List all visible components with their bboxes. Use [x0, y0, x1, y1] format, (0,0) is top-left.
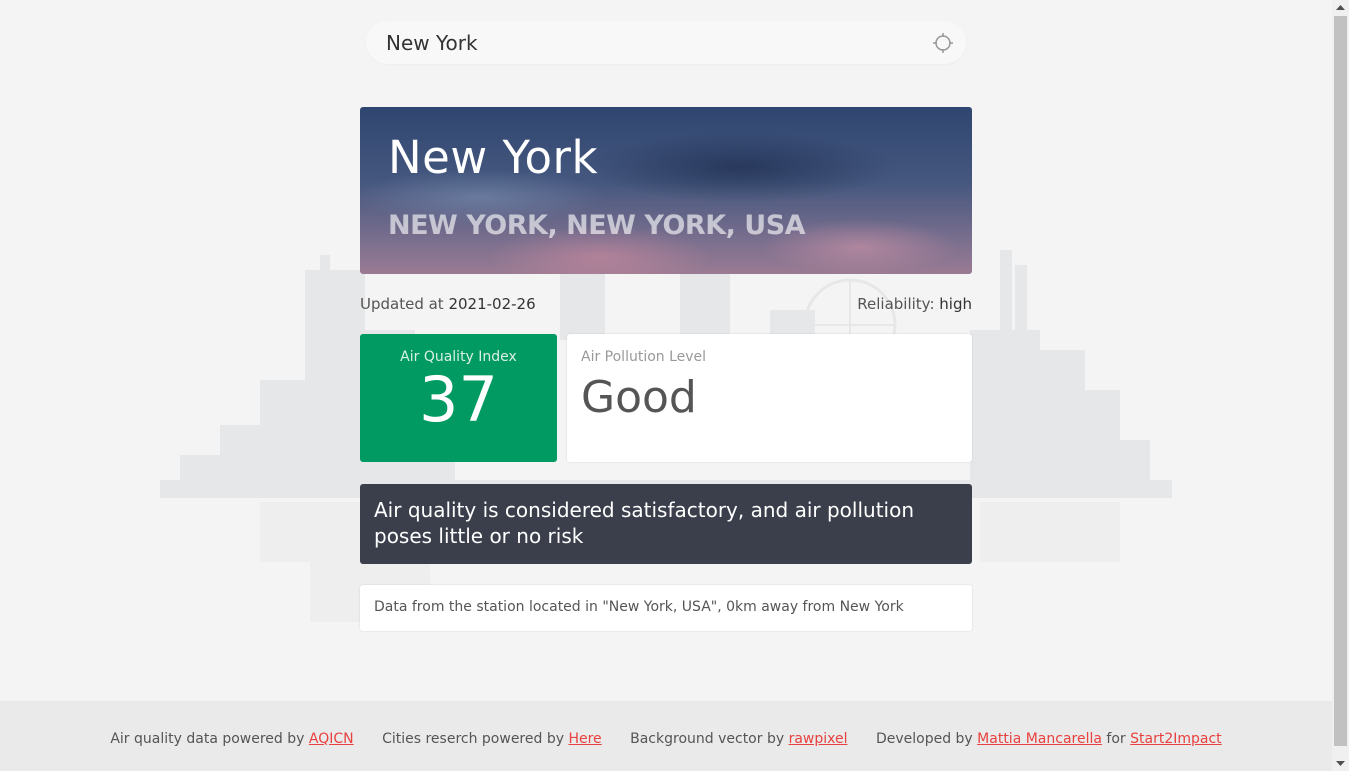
- footer-dev-prefix: Developed by: [875, 731, 973, 747]
- health-description: Air quality is considered satisfactory, …: [374, 498, 914, 548]
- footer-credits: Air quality data powered by AQICN Cities…: [0, 731, 1332, 747]
- search-input[interactable]: [386, 29, 906, 57]
- footer-credit-here: Cities reserch powered by Here: [382, 731, 606, 747]
- aqi-card: Air Quality Index 37: [360, 334, 557, 462]
- updated-label: Updated at: [360, 295, 444, 313]
- city-location: NEW YORK, NEW YORK, USA: [388, 210, 806, 241]
- station-info-card: Data from the station located in "New Yo…: [360, 585, 972, 631]
- rawpixel-link[interactable]: rawpixel: [789, 731, 848, 747]
- crosshair-icon[interactable]: [933, 33, 953, 53]
- aqi-value: 37: [419, 363, 498, 436]
- pollution-level-card: Air Pollution Level Good: [567, 334, 972, 462]
- reliability-value: high: [939, 295, 972, 313]
- city-title: New York: [388, 131, 599, 184]
- station-info: Data from the station located in "New Yo…: [374, 599, 904, 615]
- vertical-scrollbar[interactable]: [1332, 0, 1349, 771]
- pollution-level-label: Air Pollution Level: [581, 349, 707, 365]
- developer-link[interactable]: Mattia Mancarella: [977, 731, 1102, 747]
- footer-dev-for: for: [1106, 731, 1126, 747]
- scroll-down-icon[interactable]: [1332, 755, 1349, 771]
- scroll-up-icon[interactable]: [1332, 0, 1349, 16]
- updated-at: Updated at 2021-02-26: [360, 295, 536, 313]
- reliability: Reliability: high: [857, 295, 972, 313]
- footer-credit-vector: Background vector by rawpixel: [630, 731, 852, 747]
- footer-vector-prefix: Background vector by: [630, 731, 785, 747]
- start2impact-link[interactable]: Start2Impact: [1130, 731, 1222, 747]
- footer: Air quality data powered by AQICN Cities…: [0, 701, 1332, 771]
- aqicn-link[interactable]: AQICN: [309, 731, 354, 747]
- updated-date: 2021-02-26: [448, 295, 536, 313]
- footer-credit-developer: Developed by Mattia Mancarella for Start…: [876, 731, 1222, 747]
- pollution-level-value: Good: [581, 372, 697, 423]
- search-bar: [366, 21, 966, 64]
- footer-aqicn-prefix: Air quality data powered by: [110, 731, 305, 747]
- reliability-label: Reliability:: [857, 295, 935, 313]
- here-link[interactable]: Here: [568, 731, 601, 747]
- city-banner: New York NEW YORK, NEW YORK, USA: [360, 107, 972, 274]
- health-description-card: Air quality is considered satisfactory, …: [360, 484, 972, 564]
- footer-here-prefix: Cities reserch powered by: [382, 731, 565, 747]
- footer-credit-aqicn: Air quality data powered by AQICN: [110, 731, 358, 747]
- scrollbar-thumb[interactable]: [1334, 16, 1347, 746]
